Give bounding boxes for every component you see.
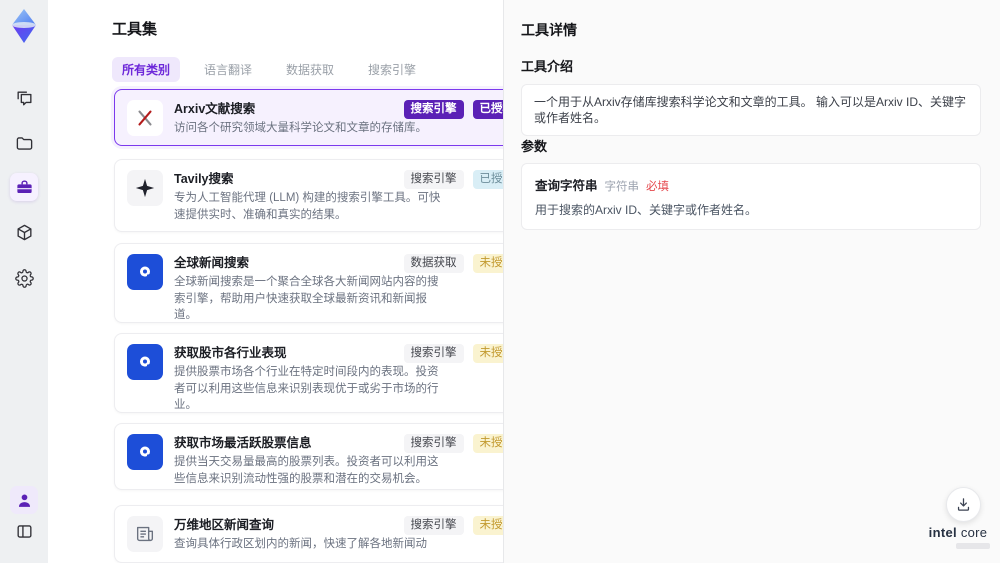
param-card: 查询字符串 字符串 必填 用于搜索的Arxiv ID、关键字或作者姓名。 — [521, 163, 981, 230]
tool-card-global-news[interactable]: 全球新闻搜索 全球新闻搜索是一个聚合全球各大新闻网站内容的搜索引擎，帮助用户快速… — [114, 243, 534, 323]
category-badge: 搜索引擎 — [403, 516, 464, 535]
tool-description: 访问各个研究领域大量科学论文和文章的存储库。 — [174, 122, 427, 134]
tools-list-panel: 工具集 所有类别 语言翻译 数据获取 搜索引擎 Arxiv文献搜索 访问各个研究… — [48, 0, 538, 563]
detail-title: 工具详情 — [521, 22, 577, 38]
tool-title: Arxiv文献搜索 — [174, 102, 256, 116]
cube-icon — [16, 224, 32, 240]
download-icon — [957, 498, 970, 511]
tool-detail-panel: 工具详情 工具介绍 一个用于从Arxiv存储库搜索科学论文和文章的工具。 输入可… — [503, 0, 1000, 563]
tab-all-categories[interactable]: 所有类别 — [112, 57, 181, 82]
settings-icon — [14, 268, 34, 288]
app-logo-icon — [12, 9, 36, 43]
sidebar-item-models[interactable] — [10, 218, 38, 246]
tool-description: 全球新闻搜索是一个聚合全球各大新闻网站内容的搜索引擎，帮助用户快速获取全球最新资… — [174, 276, 439, 321]
panel-toggle-icon — [16, 524, 32, 538]
tool-card-sector-performance[interactable]: 获取股市各行业表现 提供股票市场各个行业在特定时间段内的表现。投资者可以利用这些… — [114, 333, 534, 413]
param-name: 查询字符串 — [535, 179, 598, 193]
tool-card-most-active-stocks[interactable]: 获取市场最活跃股票信息 提供当天交易量最高的股票列表。投资者可以利用这些信息来识… — [114, 423, 534, 490]
category-badge: 数据获取 — [403, 254, 464, 273]
sidebar-item-collapse[interactable] — [10, 517, 38, 545]
category-badge: 搜索引擎 — [403, 434, 464, 453]
intro-heading: 工具介绍 — [521, 59, 574, 74]
toolbox-icon — [16, 179, 32, 193]
tool-card-tavily[interactable]: Tavily搜索 专为人工智能代理 (LLM) 构建的搜索引擎工具。可快速提供实… — [114, 159, 534, 232]
tool-description: 提供股票市场各个行业在特定时间段内的表现。投资者可以利用这些信息来识别表现优于或… — [174, 366, 439, 411]
tool-description: 专为人工智能代理 (LLM) 构建的搜索引擎工具。可快速提供实时、准确和真实的结… — [174, 192, 441, 221]
tab-data-fetch[interactable]: 数据获取 — [276, 57, 344, 82]
folder-icon — [16, 136, 32, 150]
tool-title: Tavily搜索 — [174, 172, 234, 186]
active-stock-icon — [127, 434, 163, 470]
intel-core-logo: intel core — [926, 525, 990, 549]
page-title: 工具集 — [112, 21, 158, 38]
category-tabs: 所有类别 语言翻译 数据获取 搜索引擎 — [112, 57, 426, 82]
tool-title: 获取市场最活跃股票信息 — [174, 436, 312, 450]
category-badge: 搜索引擎 — [403, 170, 464, 189]
tool-title: 万维地区新闻查询 — [174, 518, 275, 532]
intel-brand-text: intel — [928, 525, 957, 540]
tool-description: 提供当天交易量最高的股票列表。投资者可以利用这些信息来识别流动性强的股票和潜在的… — [174, 456, 439, 485]
intel-badge-bar — [956, 543, 990, 549]
intro-text-box: 一个用于从Arxiv存储库搜索科学论文和文章的工具。 输入可以是Arxiv ID… — [521, 84, 981, 136]
sidebar-item-files[interactable] — [10, 129, 38, 157]
tool-title: 全球新闻搜索 — [174, 256, 250, 270]
tool-card-regional-news[interactable]: 万维地区新闻查询 查询具体行政区划内的新闻，快速了解各地新闻动 搜索引擎 未授权 — [114, 505, 534, 563]
tab-search-engine[interactable]: 搜索引擎 — [358, 57, 426, 82]
user-icon — [18, 493, 30, 507]
tool-description: 查询具体行政区划内的新闻，快速了解各地新闻动 — [174, 538, 427, 550]
tool-card-arxiv[interactable]: Arxiv文献搜索 访问各个研究领域大量科学论文和文章的存储库。 搜索引擎 已授… — [114, 89, 534, 146]
sidebar-item-chat[interactable] — [10, 84, 38, 112]
sidebar-item-settings[interactable] — [10, 264, 38, 292]
param-description: 用于搜索的Arxiv ID、关键字或作者姓名。 — [535, 203, 758, 217]
chat-icon — [16, 90, 32, 106]
stock-sector-icon — [127, 344, 163, 380]
category-badge: 搜索引擎 — [403, 100, 464, 119]
category-badge: 搜索引擎 — [403, 344, 464, 363]
params-heading: 参数 — [521, 139, 548, 154]
arxiv-icon — [127, 100, 163, 136]
app-window: 工具集 所有类别 语言翻译 数据获取 搜索引擎 Arxiv文献搜索 访问各个研究… — [0, 0, 1000, 563]
param-type: 字符串 — [604, 181, 640, 193]
tavily-star-icon — [127, 170, 163, 206]
param-required-badge: 必填 — [646, 181, 670, 193]
left-sidebar — [0, 0, 48, 563]
newspaper-icon — [127, 516, 163, 552]
core-brand-text: core — [960, 525, 988, 540]
news-search-icon — [127, 254, 163, 290]
tab-translation[interactable]: 语言翻译 — [194, 57, 262, 82]
tool-title: 获取股市各行业表现 — [174, 346, 287, 360]
sidebar-item-account[interactable] — [10, 486, 38, 514]
sidebar-item-tools[interactable] — [10, 173, 38, 201]
download-button[interactable] — [946, 487, 981, 522]
